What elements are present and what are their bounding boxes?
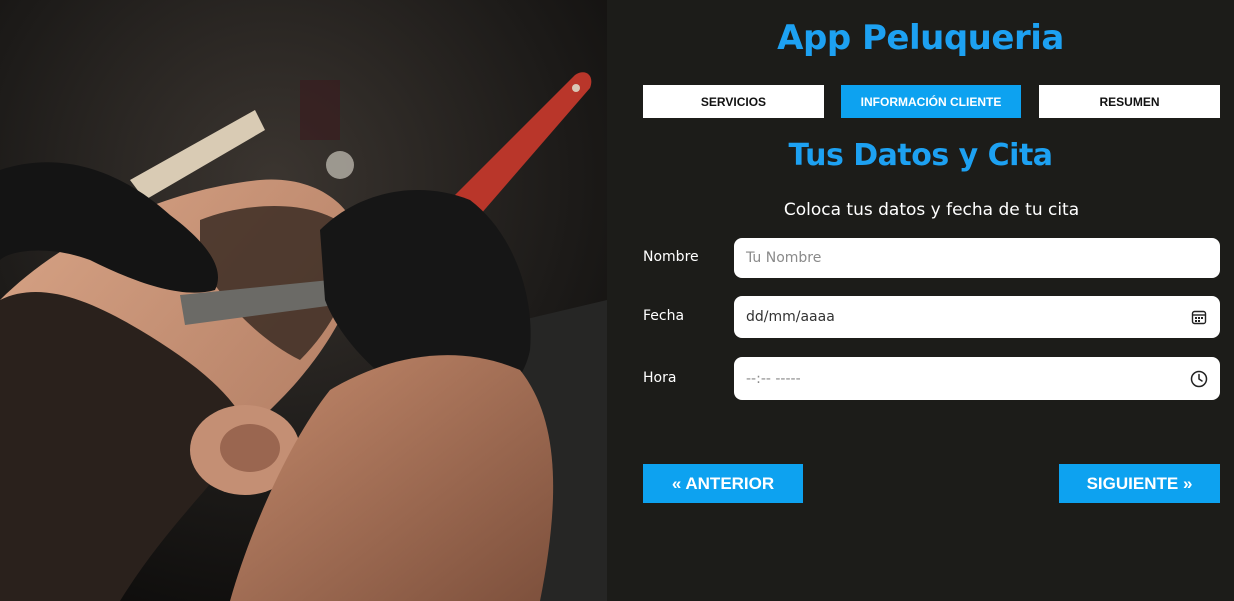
clock-icon[interactable] — [1190, 370, 1208, 388]
hora-label: Hora — [643, 370, 677, 386]
tab-servicios[interactable]: SERVICIOS — [643, 85, 824, 118]
tab-bar: SERVICIOS INFORMACIÓN CLIENTE RESUMEN — [643, 85, 1220, 118]
nombre-placeholder: Tu Nombre — [746, 250, 822, 266]
nombre-label: Nombre — [643, 249, 699, 265]
tab-resumen[interactable]: RESUMEN — [1039, 85, 1220, 118]
hora-value: --:-- ----- — [746, 370, 801, 387]
fecha-label: Fecha — [643, 308, 685, 324]
nombre-input[interactable]: Tu Nombre — [734, 238, 1220, 278]
section-subtitle: Coloca tus datos y fecha de tu cita — [783, 200, 1080, 220]
section-title: Tus Datos y Cita — [788, 138, 1053, 173]
fecha-input[interactable]: dd/mm/aaaa — [734, 296, 1220, 338]
tab-informacion-cliente[interactable]: INFORMACIÓN CLIENTE — [841, 85, 1021, 118]
hero-image — [0, 0, 607, 601]
siguiente-button[interactable]: SIGUIENTE » — [1059, 464, 1220, 503]
barber-illustration — [0, 0, 607, 601]
fecha-value: dd/mm/aaaa — [746, 309, 835, 325]
app-panel: App Peluqueria SERVICIOS INFORMACIÓN CLI… — [607, 0, 1234, 601]
calendar-icon[interactable] — [1190, 308, 1208, 326]
app-title: App Peluqueria — [777, 18, 1064, 58]
anterior-button[interactable]: « ANTERIOR — [643, 464, 803, 503]
hora-input[interactable]: --:-- ----- — [734, 357, 1220, 400]
